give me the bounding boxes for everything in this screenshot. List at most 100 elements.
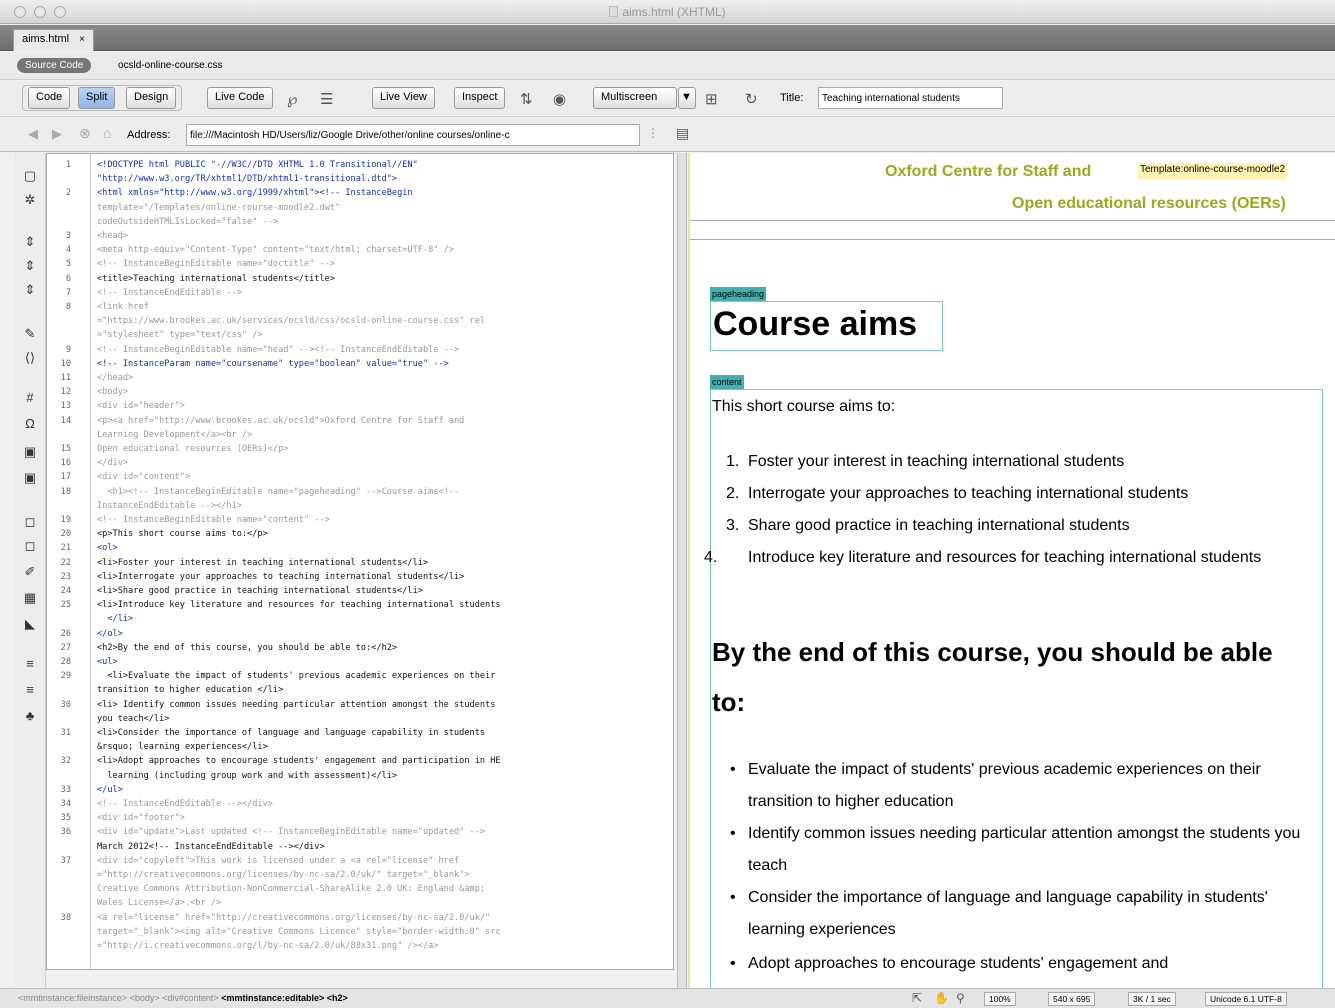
split-view-button[interactable]: Split bbox=[78, 87, 116, 109]
stop-icon[interactable]: ⊗ bbox=[79, 125, 91, 142]
code-line[interactable]: 2 <html xmlns="http://www.w3.org/1999/xht… bbox=[47, 186, 667, 200]
code-line[interactable]: 11 </head> bbox=[47, 371, 667, 385]
code-line[interactable]: 3 <head> bbox=[47, 229, 667, 243]
live-code-button[interactable]: Live Code bbox=[207, 87, 273, 109]
line-numbers-icon[interactable]: # bbox=[21, 389, 39, 407]
code-line[interactable]: 12 <body> bbox=[47, 385, 667, 399]
highlight-invalid-code-icon[interactable]: Ω bbox=[21, 415, 39, 433]
refresh-icon[interactable]: ↻ bbox=[745, 90, 758, 108]
syntax-coloring-icon[interactable]: ▣ bbox=[21, 443, 39, 461]
code-view-button[interactable]: Code bbox=[28, 87, 71, 109]
code-line[interactable]: ="http://i.creativecommons.org/l/by-nc-s… bbox=[47, 939, 667, 953]
content-region-badge[interactable]: content bbox=[710, 375, 744, 389]
code-line[interactable]: you teach</li> bbox=[47, 712, 667, 726]
code-line[interactable]: 6 <title>Teaching international students<… bbox=[47, 272, 667, 286]
document-tab[interactable]: aims.html × bbox=[13, 29, 94, 51]
balance-braces-icon[interactable]: ⟨⟩ bbox=[21, 349, 39, 367]
code-line[interactable]: 23 <li>Interrogate your approaches to tea… bbox=[47, 570, 667, 584]
code-line[interactable]: transition to higher education </li> bbox=[47, 683, 667, 697]
move-css-icon[interactable]: ◣ bbox=[21, 615, 39, 633]
home-icon[interactable]: ⌂ bbox=[103, 125, 111, 141]
code-line[interactable]: 8 <link href bbox=[47, 300, 667, 314]
collapse-full-tag-icon[interactable]: ⇕ bbox=[21, 233, 39, 251]
code-line[interactable]: 7 <!-- InstanceEndEditable --> bbox=[47, 286, 667, 300]
header-org-name[interactable]: Oxford Centre for Staff and bbox=[885, 163, 1091, 181]
tag-crumb-div-content[interactable]: <div#content> bbox=[162, 993, 219, 1003]
zoom-tool-icon[interactable]: ⚲ bbox=[956, 991, 965, 1005]
document-title-input[interactable] bbox=[818, 87, 1003, 109]
code-line[interactable]: 35 <div id="footer"> bbox=[47, 811, 667, 825]
code-line[interactable]: 33 </ul> bbox=[47, 783, 667, 797]
select-tool-icon[interactable]: ⇱ bbox=[912, 991, 922, 1005]
code-line[interactable]: 18 <h1><!-- InstanceBeginEditable name="… bbox=[47, 485, 667, 499]
code-line[interactable]: 9 <!-- InstanceBeginEditable name="head" … bbox=[47, 343, 667, 357]
code-line[interactable]: Wales License</a>.<br /> bbox=[47, 896, 667, 910]
code-line[interactable]: March 2012<!-- InstanceEndEditable --></… bbox=[47, 840, 667, 854]
tag-crumb-fileinstance[interactable]: <mmtinstance:fileinstance> bbox=[18, 993, 127, 1003]
code-line[interactable]: "http://www.w3.org/TR/xhtml1/DTD/xhtml1-… bbox=[47, 172, 667, 186]
code-line[interactable]: Learning Development</a><br /> bbox=[47, 428, 667, 442]
code-line[interactable]: 28 <ul> bbox=[47, 655, 667, 669]
address-input[interactable] bbox=[186, 124, 640, 146]
code-line[interactable]: 15 Open educational resources (OERs)</p> bbox=[47, 442, 667, 456]
format-source-icon[interactable]: ♣ bbox=[21, 707, 39, 725]
code-line[interactable]: 36 <div id="update">Last updated <!-- Ins… bbox=[47, 825, 667, 839]
open-documents-icon[interactable]: ▢ bbox=[21, 167, 39, 185]
code-line[interactable]: 13 <div id="header"> bbox=[47, 399, 667, 413]
show-code-navigator-icon[interactable]: ✲ bbox=[21, 191, 39, 209]
auto-indent-icon[interactable]: ▣ bbox=[21, 469, 39, 487]
code-line[interactable]: template="/Templates/online-course-moodl… bbox=[47, 201, 667, 215]
code-line[interactable]: 34 <!-- InstanceEndEditable --></div> bbox=[47, 797, 667, 811]
code-line[interactable]: 22 <li>Foster your interest in teaching i… bbox=[47, 556, 667, 570]
code-line[interactable]: ="stylesheet" type="text/css" /> bbox=[47, 328, 667, 342]
tag-crumb-h2[interactable]: <h2> bbox=[327, 993, 348, 1003]
code-view-pane[interactable]: 1 <!DOCTYPE html PUBLIC "-//W3C//DTD XHTM… bbox=[46, 153, 717, 1008]
code-line[interactable]: 10 <!-- InstanceParam name="coursename" t… bbox=[47, 357, 667, 371]
code-line[interactable]: InstanceEndEditable --></h1> bbox=[47, 499, 667, 513]
code-line[interactable]: 5 <!-- InstanceBeginEditable name="doctit… bbox=[47, 257, 667, 271]
multiscreen-dropdown-chevron-down-icon[interactable]: ▼ bbox=[678, 87, 696, 109]
multiscreen-button[interactable]: Multiscreen bbox=[593, 87, 677, 109]
code-line[interactable]: 4 <meta http-equiv="Content-Type" content… bbox=[47, 243, 667, 257]
browse-icon[interactable]: ⋮ bbox=[647, 126, 659, 140]
code-line[interactable]: &rsquo; learning experiences</li> bbox=[47, 740, 667, 754]
code-line[interactable]: 30 <li> Identify common issues needing pa… bbox=[47, 698, 667, 712]
source-code-button[interactable]: Source Code bbox=[17, 58, 92, 73]
pageheading-region-badge[interactable]: pageheading bbox=[710, 287, 767, 301]
preview-browser-icon[interactable]: ◉ bbox=[553, 90, 566, 108]
code-line[interactable]: 38 <a rel="license" href="http://creative… bbox=[47, 911, 667, 925]
code-line[interactable]: 1 <!DOCTYPE html PUBLIC "-//W3C//DTD XHTM… bbox=[47, 158, 667, 172]
window-size[interactable]: 540 x 695 bbox=[1048, 992, 1096, 1006]
wrap-tag-icon[interactable]: ✐ bbox=[21, 563, 39, 581]
code-line[interactable]: 17 <div id="content"> bbox=[47, 470, 667, 484]
recent-snippets-icon[interactable]: ▦ bbox=[21, 589, 39, 607]
code-line[interactable]: 24 <li>Share good practice in teaching in… bbox=[47, 584, 667, 598]
live-view-button[interactable]: Live View bbox=[372, 87, 435, 109]
code-line[interactable]: ="http://creativecommons.org/licenses/by… bbox=[47, 868, 667, 882]
design-view-button[interactable]: Design bbox=[126, 87, 177, 109]
code-line[interactable]: 25 <li>Introduce key literature and resou… bbox=[47, 598, 667, 612]
code-line[interactable]: 14 <p><a href="http://www.brookes.ac.uk/o… bbox=[47, 414, 667, 428]
code-line[interactable]: ="https://www.brookes.ac.uk/services/ocs… bbox=[47, 314, 667, 328]
file-management-icon[interactable]: ⇅ bbox=[520, 90, 533, 108]
split-divider[interactable] bbox=[677, 153, 687, 988]
code-line[interactable]: 16 </div> bbox=[47, 456, 667, 470]
code-line[interactable]: 27 <h2>By the end of this course, you sho… bbox=[47, 641, 667, 655]
expand-all-icon[interactable]: ⇕ bbox=[21, 281, 39, 299]
code-line[interactable]: </li> bbox=[47, 612, 667, 626]
view-options-icon[interactable]: ▤ bbox=[676, 125, 689, 142]
code-line[interactable]: 20 <p>This short course aims to:</p> bbox=[47, 527, 667, 541]
hand-tool-icon[interactable]: ✋ bbox=[934, 991, 949, 1005]
code-line[interactable]: learning (including group work and with … bbox=[47, 769, 667, 783]
collapse-selection-icon[interactable]: ⇕ bbox=[21, 257, 39, 275]
code-line[interactable]: 31 <li>Consider the importance of languag… bbox=[47, 726, 667, 740]
related-css-file[interactable]: ocsld-online-course.css bbox=[118, 60, 223, 71]
remove-comment-icon[interactable]: ◻ bbox=[21, 537, 39, 555]
code-line[interactable]: 29 <li>Evaluate the impact of students' … bbox=[47, 669, 667, 683]
back-icon[interactable]: ◀ bbox=[28, 126, 38, 142]
check-browser-icon[interactable]: ℘ bbox=[287, 90, 297, 108]
design-view-pane[interactable]: Oxford Centre for Staff and Template:onl… bbox=[688, 153, 1335, 988]
close-tab-icon[interactable]: × bbox=[79, 34, 85, 45]
code-line[interactable]: 26 </ol> bbox=[47, 627, 667, 641]
code-line[interactable]: 32 <li>Adopt approaches to encourage stud… bbox=[47, 754, 667, 768]
